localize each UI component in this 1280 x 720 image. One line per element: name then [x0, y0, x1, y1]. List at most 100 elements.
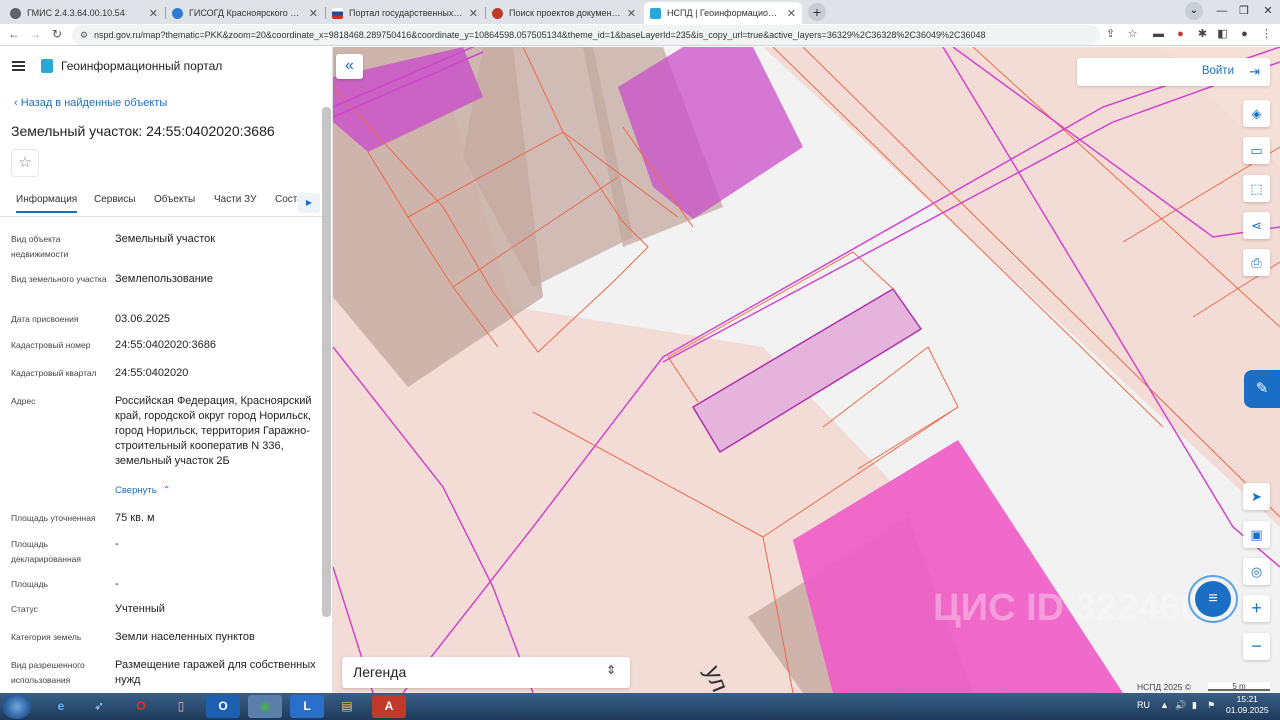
favorite-star-icon[interactable]: ☆ — [11, 149, 39, 177]
panel-scrollbar[interactable] — [322, 107, 331, 617]
browser-tab-3[interactable]: Портал государственных услуг ✕ — [326, 2, 484, 24]
url-field[interactable]: ⚙ nspd.gov.ru/map?thematic=PKK&zoom=20&c… — [72, 25, 1100, 45]
chevron-down-icon[interactable]: ⌄ — [1185, 2, 1203, 20]
address-bar-row: ← → ↻ ⚙ nspd.gov.ru/map?thematic=PKK&zoo… — [0, 24, 1280, 46]
watermark: ЦИС ID 3224600 — [933, 587, 1223, 629]
close-icon[interactable]: ✕ — [469, 7, 478, 20]
chevron-up-icon: ⌃ — [162, 485, 171, 496]
attr-value: - — [115, 538, 119, 550]
attr-key: Вид земельного участка — [11, 274, 107, 284]
navigate-icon[interactable]: ➤ — [1243, 483, 1270, 510]
attr-value: Размещение гаражей для собственных нужд — [115, 659, 316, 686]
browser-tab-4[interactable]: Поиск проектов документов ✕ — [486, 2, 642, 24]
attr-key: Вид разрешенного использования — [11, 660, 85, 685]
legend-dropdown[interactable]: Легенда ⇕ — [342, 657, 630, 688]
portal-title: Геоинформационный портал — [61, 59, 223, 73]
location-icon[interactable]: ◎ — [1243, 558, 1270, 585]
minimap-icon[interactable]: ▣ — [1243, 521, 1270, 548]
ie-icon[interactable]: e — [44, 695, 78, 718]
tab-label: ГМИС 2.4.3.64.00.10.54 — [27, 8, 125, 18]
attr-key: Вид объекта недвижимости — [11, 234, 69, 259]
reload-icon[interactable]: ↻ — [49, 27, 65, 41]
chat-icon[interactable]: ✎ — [1244, 370, 1280, 408]
updown-chevron-icon: ⇕ — [605, 663, 616, 677]
sidebar-icon[interactable]: ◧ — [1216, 28, 1229, 41]
close-icon[interactable]: ✕ — [149, 7, 158, 20]
back-arrow-icon[interactable]: ← — [6, 27, 22, 41]
tabs-scroll-right-icon[interactable]: ▶ — [298, 193, 320, 213]
menu-dots-icon[interactable]: ⋮ — [1260, 28, 1273, 41]
tab-information[interactable]: Информация — [16, 194, 78, 213]
folder-icon[interactable]: ▤ — [330, 695, 364, 718]
close-icon[interactable]: ✕ — [787, 7, 796, 20]
globe-icon — [10, 7, 21, 19]
outlook-icon[interactable]: O — [206, 695, 240, 718]
chrome-icon[interactable]: ◉ — [248, 695, 282, 718]
url-text: nspd.gov.ru/map?thematic=PKK&zoom=20&coo… — [94, 30, 986, 40]
tab-label: Поиск проектов документов — [509, 8, 621, 18]
new-tab-button[interactable]: + — [808, 3, 826, 21]
site-icon — [172, 7, 183, 19]
attr-key: Площадь — [11, 579, 49, 589]
scale-bar: 5 m — [1208, 682, 1270, 691]
login-button[interactable]: Войти ⇥ — [1077, 58, 1270, 86]
opera-icon[interactable]: O — [124, 695, 158, 718]
zoom-in-button[interactable]: + — [1243, 595, 1270, 622]
extension-icon[interactable]: ● — [1174, 28, 1187, 41]
puzzle-icon[interactable]: ✱ — [1196, 28, 1209, 41]
attr-value: - — [115, 578, 119, 590]
volume-icon[interactable]: 🔊 — [1175, 700, 1186, 711]
tab-parts[interactable]: Части ЗУ — [214, 194, 256, 205]
bird-icon[interactable]: ➶ — [82, 695, 116, 718]
collapse-panel-button[interactable]: « — [336, 54, 363, 79]
app-icon[interactable]: L — [290, 695, 324, 718]
attr-key: Площадь уточненная — [11, 513, 96, 523]
language-indicator[interactable]: RU — [1137, 700, 1150, 710]
ruler-icon[interactable]: ▭ — [1243, 137, 1270, 164]
attr-value: 75 кв. м — [115, 512, 155, 524]
bookmark-star-icon[interactable]: ☆ — [1126, 28, 1139, 41]
site-icon — [492, 7, 503, 19]
browser-tab-5-active[interactable]: НСПД | Геоинформационный п ✕ — [644, 2, 802, 24]
zoom-out-button[interactable]: − — [1243, 633, 1270, 660]
map-canvas[interactable]: ул ЦИС ID 3224600 — [333, 47, 1280, 693]
browser-tab-2[interactable]: ГИСОГД Красноярского края ✕ — [166, 2, 324, 24]
flag-icon — [332, 7, 343, 19]
network-icon[interactable]: ▮ — [1192, 700, 1197, 711]
parcel-title: Земельный участок: 24:55:0402020:3686 — [11, 123, 275, 139]
flag-icon[interactable]: ⚑ — [1207, 700, 1215, 711]
tab-label: ГИСОГД Красноярского края — [189, 8, 303, 18]
tab-services[interactable]: Сервисы — [94, 194, 135, 205]
acrobat-icon[interactable]: A — [372, 695, 406, 718]
select-area-icon[interactable]: ⬚ — [1243, 175, 1270, 202]
share-icon[interactable]: ⋖ — [1243, 212, 1270, 239]
pdf-viewer-icon[interactable]: ▯ — [164, 695, 198, 718]
profile-icon[interactable]: ● — [1238, 28, 1251, 41]
back-to-results-link[interactable]: ‹ Назад в найденные объекты — [14, 97, 167, 109]
windows-start-icon[interactable] — [2, 694, 32, 719]
collapse-link[interactable]: Свернуть ⌃ — [115, 485, 171, 496]
collapse-label: Свернуть — [115, 485, 157, 496]
forward-arrow-icon[interactable]: → — [27, 27, 43, 41]
tab-objects[interactable]: Объекты — [154, 194, 195, 205]
close-icon[interactable]: ✕ — [627, 7, 636, 20]
close-window-button[interactable]: ✕ — [1254, 0, 1280, 22]
attr-value: 03.06.2025 — [115, 313, 171, 325]
portal-logo — [41, 59, 53, 73]
feedback-button[interactable]: ≡ — [1188, 575, 1238, 623]
extension-icon[interactable]: ▬ — [1152, 28, 1165, 41]
site-info-icon[interactable]: ⚙ — [80, 25, 88, 45]
info-tabs: Информация Сервисы Объекты Части ЗУ Сост… — [0, 191, 322, 217]
browser-tab-1[interactable]: ГМИС 2.4.3.64.00.10.54 ✕ — [4, 2, 164, 24]
attr-key: Площадь декларированная — [11, 539, 81, 564]
hamburger-menu-icon[interactable] — [12, 61, 25, 71]
copyright-text: НСПД 2025 © — [1137, 682, 1192, 692]
tray-arrow-icon[interactable]: ▲ — [1160, 700, 1169, 710]
close-icon[interactable]: ✕ — [309, 7, 318, 20]
print-icon[interactable]: ⎙ — [1243, 249, 1270, 276]
attr-value: Земельный участок — [115, 233, 216, 245]
attr-value: Российская Федерация, Красноярский край,… — [115, 395, 312, 467]
clock[interactable]: 15:21 01.09.2025 — [1226, 694, 1269, 716]
share-icon[interactable]: ⇪ — [1104, 28, 1117, 41]
layers-icon[interactable]: ◈ — [1243, 100, 1270, 127]
